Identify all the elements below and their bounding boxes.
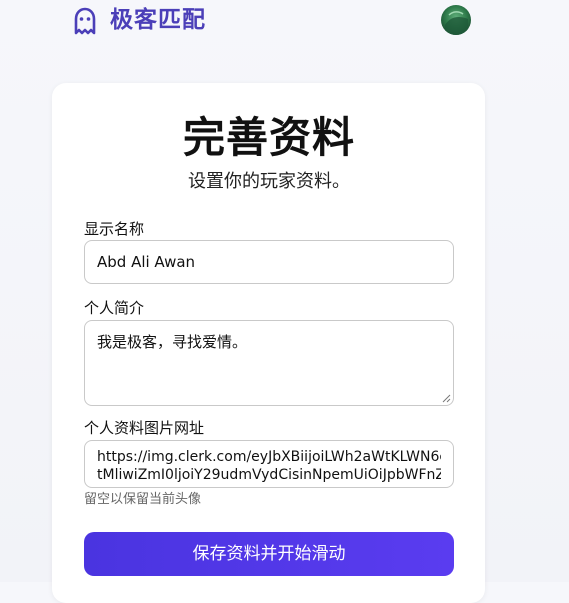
avatar-url-hint: 留空以保留当前头像 xyxy=(84,492,202,507)
save-profile-button[interactable]: 保存资料并开始滑动 xyxy=(84,532,454,576)
resize-handle-icon[interactable] xyxy=(442,394,451,403)
brand-name[interactable]: 极客匹配 xyxy=(110,6,206,34)
display-name-label: 显示名称 xyxy=(84,220,145,238)
avatar-url-line-1: https://img.clerk.com/eyJbXBiijoiLWh2aWt… xyxy=(97,449,441,465)
avatar-url-line-2: tMliwiZmI0ljoiY29udmVydCisinNpemUiOiJpbW… xyxy=(97,467,441,483)
top-header: 极客匹配 xyxy=(0,0,569,48)
avatar-url-input[interactable]: https://img.clerk.com/eyJbXBiijoiLWh2aWt… xyxy=(84,440,454,488)
bio-label: 个人简介 xyxy=(84,299,145,317)
bio-textarea[interactable]: 我是极客，寻找爱情。 xyxy=(84,320,454,406)
avatar-url-label: 个人资料图片网址 xyxy=(84,419,205,437)
page-subtitle: 设置你的玩家资料。 xyxy=(188,171,350,192)
user-avatar[interactable] xyxy=(441,5,471,35)
ghost-icon[interactable] xyxy=(70,6,100,36)
display-name-input[interactable] xyxy=(84,240,454,284)
page-title: 完善资料 xyxy=(182,113,355,162)
avatar-image xyxy=(441,5,471,35)
